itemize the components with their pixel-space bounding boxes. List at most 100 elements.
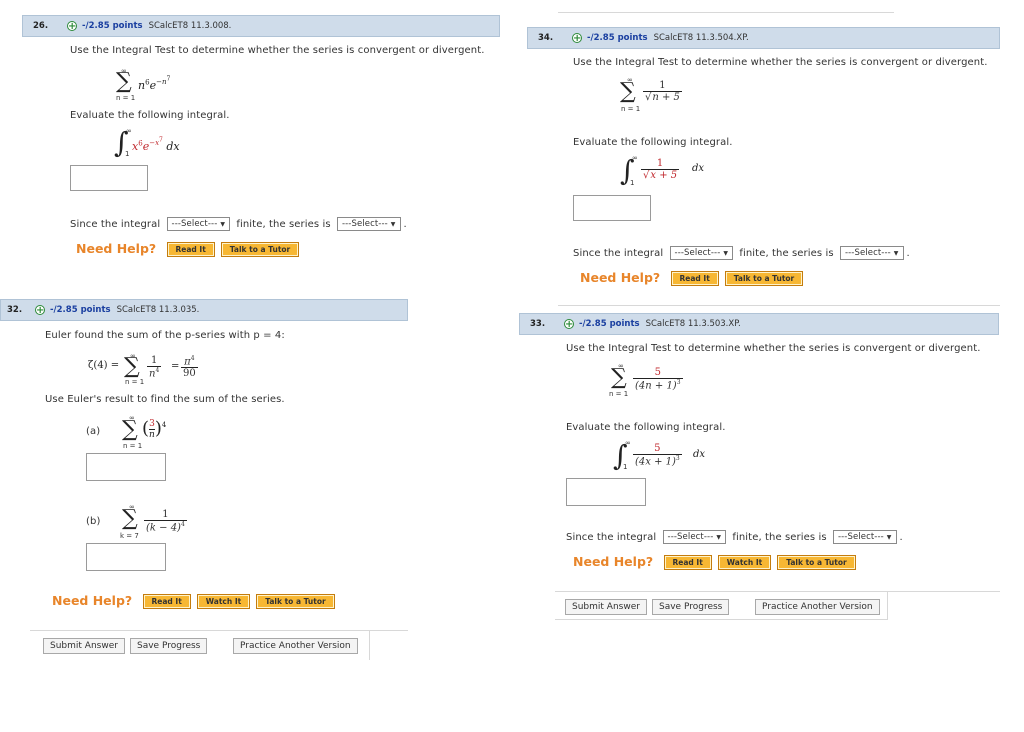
pi-fraction: π4 90 — [181, 355, 198, 380]
q34-select-integral[interactable]: ---Select--- ▼ — [669, 246, 734, 260]
divider — [558, 12, 894, 13]
q26-number: 26. — [33, 21, 49, 31]
divider — [30, 630, 408, 631]
read-it-button[interactable]: Read It — [663, 555, 712, 570]
q34-dx: dx — [692, 163, 705, 174]
q33-header: 33. + -/2.85 points SCalcET8 11.3.503.XP… — [519, 313, 999, 335]
q33-select-integral[interactable]: ---Select--- ▼ — [662, 530, 727, 544]
read-it-button[interactable]: Read It — [142, 594, 191, 609]
zeta-fraction: 1 n4 — [147, 355, 162, 380]
zeta-label: ζ(4) = — [88, 360, 120, 371]
part-a-term: (3 n)4 — [142, 418, 167, 440]
q32-use-prompt: Use Euler's result to find the sum of th… — [45, 394, 285, 405]
part-b-answer-input[interactable] — [86, 543, 166, 571]
part-a-answer-input[interactable] — [86, 453, 166, 481]
q32-number: 32. — [7, 305, 23, 315]
q33-code: SCalcET8 11.3.503.XP. — [645, 319, 741, 329]
save-progress-button[interactable]: Save Progress — [652, 599, 730, 615]
q26-integrand: x6e−x7 dx — [132, 137, 180, 153]
practice-another-version-button[interactable]: Practice Another Version — [755, 599, 880, 615]
q32-points: -/2.85 points — [50, 305, 111, 315]
q26-series-term: n6e−n7 — [138, 76, 171, 92]
q32-need-help: Need Help? Read It Watch It Talk to a Tuto… — [52, 593, 335, 609]
sum-lower: n = 1 — [621, 105, 641, 113]
submit-answer-button[interactable]: Submit Answer — [43, 638, 125, 654]
q33-select-series[interactable]: ---Select--- ▼ — [832, 530, 897, 544]
sigma-symbol: ∑ — [611, 365, 627, 390]
q32-code: SCalcET8 11.3.035. — [116, 305, 200, 315]
expand-plus-icon[interactable]: + — [67, 21, 77, 32]
q34-points: -/2.85 points — [587, 33, 648, 43]
q26-points: -/2.85 points — [82, 21, 143, 31]
q34-header: 34. + -/2.85 points SCalcET8 11.3.504.XP… — [527, 27, 1000, 49]
part-a-label: (a) — [86, 426, 101, 437]
sum-lower: n = 1 — [609, 390, 629, 398]
divider — [887, 591, 888, 619]
q26-header: 26. + -/2.85 points SCalcET8 11.3.008. — [22, 15, 500, 37]
part-b-fraction: 1 (k − 4)4 — [144, 509, 187, 534]
q34-code: SCalcET8 11.3.504.XP. — [653, 33, 749, 43]
q33-integral-fraction: 5 (4x + 1)3 — [633, 443, 682, 468]
q34-need-help: Need Help? Read It Talk to a Tutor — [580, 270, 804, 286]
talk-to-tutor-button[interactable]: Talk to a Tutor — [220, 242, 300, 257]
watch-it-button[interactable]: Watch It — [196, 594, 251, 609]
int-lower: 1 — [630, 179, 635, 187]
q33-eval-prompt: Evaluate the following integral. — [566, 422, 726, 433]
q32-header: 32. + -/2.85 points SCalcET8 11.3.035. — [0, 299, 408, 321]
q34-number: 34. — [538, 33, 554, 43]
q26-select-series[interactable]: ---Select--- ▼ — [336, 217, 401, 231]
sum-lower: k = 7 — [120, 532, 139, 540]
q34-eval-prompt: Evaluate the following integral. — [573, 137, 733, 148]
talk-to-tutor-button[interactable]: Talk to a Tutor — [256, 594, 335, 609]
save-progress-button[interactable]: Save Progress — [130, 638, 208, 654]
q33-dx: dx — [693, 449, 706, 460]
sum-lower: n = 1 — [123, 442, 143, 450]
divider — [555, 619, 888, 620]
q34-answer-input[interactable] — [573, 195, 651, 221]
q26-answer-input[interactable] — [70, 165, 148, 191]
q26-since-line: Since the integral ---Select--- ▼ finite,… — [70, 217, 407, 231]
expand-plus-icon[interactable]: + — [35, 305, 45, 316]
q26-select-integral[interactable]: ---Select--- ▼ — [166, 217, 231, 231]
q26-eval-prompt: Evaluate the following integral. — [70, 110, 230, 121]
sigma-symbol: ∑ — [116, 69, 132, 94]
divider — [369, 630, 370, 660]
talk-to-tutor-button[interactable]: Talk to a Tutor — [724, 271, 804, 286]
q34-prompt: Use the Integral Test to determine wheth… — [573, 57, 988, 68]
practice-another-version-button[interactable]: Practice Another Version — [233, 638, 358, 654]
q33-number: 33. — [530, 319, 546, 329]
q33-points: -/2.85 points — [579, 319, 640, 329]
submit-answer-button[interactable]: Submit Answer — [565, 599, 647, 615]
q33-since-line: Since the integral ---Select--- ▼ finite,… — [566, 530, 903, 544]
int-lower: 1 — [125, 150, 130, 158]
talk-to-tutor-button[interactable]: Talk to a Tutor — [777, 555, 856, 570]
sigma-symbol: ∑ — [122, 417, 138, 442]
q26-need-help: Need Help? Read It Talk to a Tutor — [76, 241, 300, 257]
q26-code: SCalcET8 11.3.008. — [148, 21, 232, 31]
read-it-button[interactable]: Read It — [166, 242, 215, 257]
q33-need-help: Need Help? Read It Watch It Talk to a Tuto… — [573, 554, 856, 570]
q34-since-line: Since the integral ---Select--- ▼ finite,… — [573, 246, 910, 260]
divider — [558, 305, 1000, 306]
q34-series-fraction: 1 √n + 5 — [643, 80, 682, 103]
sum-lower: n = 1 — [116, 94, 136, 102]
equals-sign: = — [171, 361, 180, 372]
q33-prompt: Use the Integral Test to determine wheth… — [566, 343, 981, 354]
sum-lower: n = 1 — [125, 378, 145, 386]
q34-select-series[interactable]: ---Select--- ▼ — [839, 246, 904, 260]
q26-prompt: Use the Integral Test to determine wheth… — [70, 45, 485, 56]
sigma-symbol: ∑ — [122, 506, 138, 531]
read-it-button[interactable]: Read It — [670, 271, 719, 286]
expand-plus-icon[interactable]: + — [572, 33, 582, 44]
divider — [555, 591, 1000, 592]
q33-answer-input[interactable] — [566, 478, 646, 506]
q33-series-fraction: 5 (4n + 1)3 — [633, 367, 683, 392]
q34-integral-fraction: 1 √x + 5 — [641, 158, 680, 181]
sigma-symbol: ∑ — [620, 79, 636, 104]
expand-plus-icon[interactable]: + — [564, 319, 574, 330]
part-b-label: (b) — [86, 516, 101, 527]
q32-prompt: Euler found the sum of the p-series with… — [45, 330, 285, 341]
int-lower: 1 — [623, 463, 628, 471]
watch-it-button[interactable]: Watch It — [717, 555, 772, 570]
sigma-symbol: ∑ — [124, 354, 140, 379]
